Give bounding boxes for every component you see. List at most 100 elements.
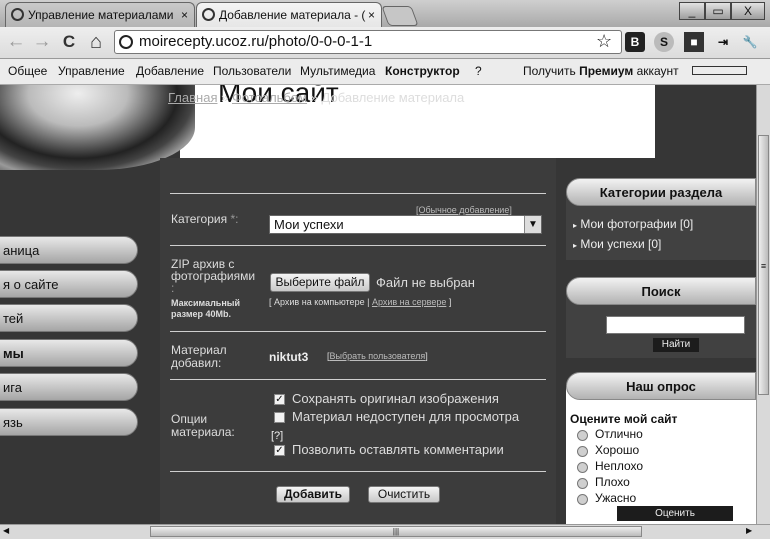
no-file-chosen-text: Файл не выбран	[376, 275, 475, 290]
author-label: Материал добавил:	[171, 343, 227, 370]
category-select[interactable]: Мои успехи ▼	[269, 215, 542, 234]
window-extension-icon[interactable]: ■	[684, 32, 704, 52]
home-icon[interactable]: ⌂	[84, 30, 108, 54]
tab-materials[interactable]: Управление материалами ×	[5, 2, 195, 27]
admin-menu-constructor[interactable]: Конструктор	[385, 59, 460, 83]
maximize-button[interactable]: ▭	[705, 2, 731, 20]
horizontal-scrollbar[interactable]: ◀ ||| ▶	[0, 524, 770, 539]
archive-source-switch: [ Архив на компьютере | Архив на сервере…	[269, 297, 452, 307]
close-window-button[interactable]: X	[731, 2, 765, 20]
globe-icon	[119, 35, 133, 49]
category-label: Категория *:	[171, 212, 239, 226]
hidden-material-label: Материал недоступен для просмотра	[292, 409, 520, 424]
admin-menu-multimedia[interactable]: Мультимедиа	[300, 59, 375, 83]
hidden-material-checkbox[interactable]	[274, 412, 285, 423]
author-value: niktut3	[269, 350, 309, 364]
scroll-right-icon[interactable]: ▶	[746, 526, 752, 535]
help-link[interactable]: [?]	[271, 430, 283, 442]
tab-add-material[interactable]: Добавление материала - ( ×	[196, 2, 382, 27]
minimize-button[interactable]: _	[679, 2, 705, 20]
browser-toolbar: ← → C ⌂ moirecepty.ucoz.ru/photo/0-0-0-1…	[0, 27, 770, 59]
search-input[interactable]	[606, 316, 745, 334]
choose-user-wrapper: [Выбрать пользователя]	[327, 351, 428, 361]
admin-menu-manage[interactable]: Управление	[58, 59, 125, 83]
divider	[170, 471, 546, 472]
leftnav-item-home[interactable]: аница	[0, 236, 138, 264]
close-tab-icon[interactable]: ×	[368, 3, 375, 27]
vote-button[interactable]: Оценить	[617, 506, 733, 521]
choose-file-button[interactable]: Выберите файл	[270, 273, 370, 292]
archive-pc-option[interactable]: [ Архив на компьютере |	[269, 297, 369, 307]
divider	[170, 193, 546, 194]
search-header: Поиск	[566, 277, 756, 305]
tab-label: Добавление материала - (	[219, 8, 366, 22]
divider	[170, 331, 546, 332]
category-item-photos[interactable]: ▸ Мои фотографии [0]	[573, 217, 693, 231]
admin-menu-add[interactable]: Добавление	[136, 59, 204, 83]
leftnav-item-contact[interactable]: язь	[0, 408, 138, 436]
category-item-success[interactable]: ▸ Мои успехи [0]	[573, 237, 661, 251]
back-icon[interactable]: ←	[4, 30, 28, 54]
address-bar[interactable]: moirecepty.ucoz.ru/photo/0-0-0-1-1	[114, 30, 622, 54]
tab-bar: Управление материалами × Добавление мате…	[0, 0, 770, 27]
horizontal-scroll-thumb[interactable]: |||	[150, 526, 642, 537]
poll-radio-terrible[interactable]	[577, 494, 588, 505]
url-text: moirecepty.ucoz.ru/photo/0-0-0-1-1	[139, 33, 373, 50]
bookmark-star-icon[interactable]: ☆	[596, 31, 612, 52]
allow-comments-label: Позволить оставлять комментарии	[292, 442, 504, 457]
admin-menu-general[interactable]: Общее	[8, 59, 47, 83]
max-size-note: Максимальный размер 40Mb.	[171, 298, 240, 319]
vk-extension-icon[interactable]: B	[625, 32, 645, 52]
poll-option-label: Ужасно	[595, 491, 637, 505]
reload-icon[interactable]: C	[57, 30, 81, 54]
login-extension-icon[interactable]: ⇥	[713, 32, 733, 52]
allow-comments-checkbox[interactable]: ✓	[274, 445, 285, 456]
vertical-scrollbar[interactable]: ≡	[756, 85, 770, 524]
divider	[170, 379, 546, 380]
options-label: Опции материала:	[171, 412, 235, 439]
keep-original-checkbox[interactable]: ✓	[274, 394, 285, 405]
forward-icon[interactable]: →	[30, 30, 54, 54]
reset-button[interactable]: Очистить	[368, 486, 440, 503]
leftnav-item-about[interactable]: я о сайте	[0, 270, 138, 298]
breadcrumb-photoalbum-link[interactable]: Фотоальбом	[232, 90, 307, 105]
search-button[interactable]: Найти	[653, 338, 699, 352]
scroll-left-icon[interactable]: ◀	[3, 526, 9, 535]
skype-extension-icon[interactable]: S	[654, 32, 674, 52]
poll-option-label: Хорошо	[595, 443, 640, 457]
poll-radio-notbad[interactable]	[577, 462, 588, 473]
close-tab-icon[interactable]: ×	[181, 3, 188, 27]
poll-radio-excellent[interactable]	[577, 430, 588, 441]
wrench-icon[interactable]: 🔧	[740, 32, 760, 52]
admin-menu-help[interactable]: ?	[475, 59, 482, 83]
choose-user-link[interactable]: Выбрать пользователя	[330, 351, 426, 361]
admin-bar-toggle[interactable]	[692, 66, 747, 75]
simple-add-link[interactable]: [Обычное добавление]	[416, 205, 512, 215]
poll-option-label: Плохо	[595, 475, 630, 489]
poll-question: Оцените мой сайт	[570, 412, 678, 426]
categories-header: Категории раздела	[566, 178, 756, 206]
archive-server-link[interactable]: Архив на сервере	[372, 297, 446, 307]
poll-option-label: Неплохо	[595, 459, 644, 473]
admin-menu-users[interactable]: Пользователи	[213, 59, 291, 83]
leftnav-item-active[interactable]: мы	[0, 339, 138, 367]
poll-radio-good[interactable]	[577, 446, 588, 457]
new-tab-button[interactable]	[381, 6, 419, 26]
leftnav-item-book[interactable]: ига	[0, 373, 138, 401]
breadcrumb: Главная » Фотоальбом » Добавление матери…	[168, 90, 465, 105]
site-favicon-icon	[11, 8, 24, 21]
breadcrumb-current: Добавление материала	[321, 90, 465, 105]
submit-button[interactable]: Добавить	[276, 486, 350, 503]
breadcrumb-home-link[interactable]: Главная	[168, 90, 217, 105]
tab-label: Управление материалами	[28, 8, 174, 22]
chevron-down-icon: ▼	[524, 216, 541, 233]
vertical-scroll-thumb[interactable]: ≡	[758, 135, 769, 395]
divider	[170, 245, 546, 246]
keep-original-label: Сохранять оригинал изображения	[292, 391, 499, 406]
poll-radio-bad[interactable]	[577, 478, 588, 489]
zip-archive-label: ZIP архив с фотографиями :	[171, 257, 256, 295]
poll-option-label: Отлично	[595, 427, 643, 441]
premium-link[interactable]: Получить Премиум аккаунт	[523, 59, 679, 83]
admin-bar: Общее Управление Добавление Пользователи…	[0, 59, 770, 85]
leftnav-item-3[interactable]: тей	[0, 304, 138, 332]
